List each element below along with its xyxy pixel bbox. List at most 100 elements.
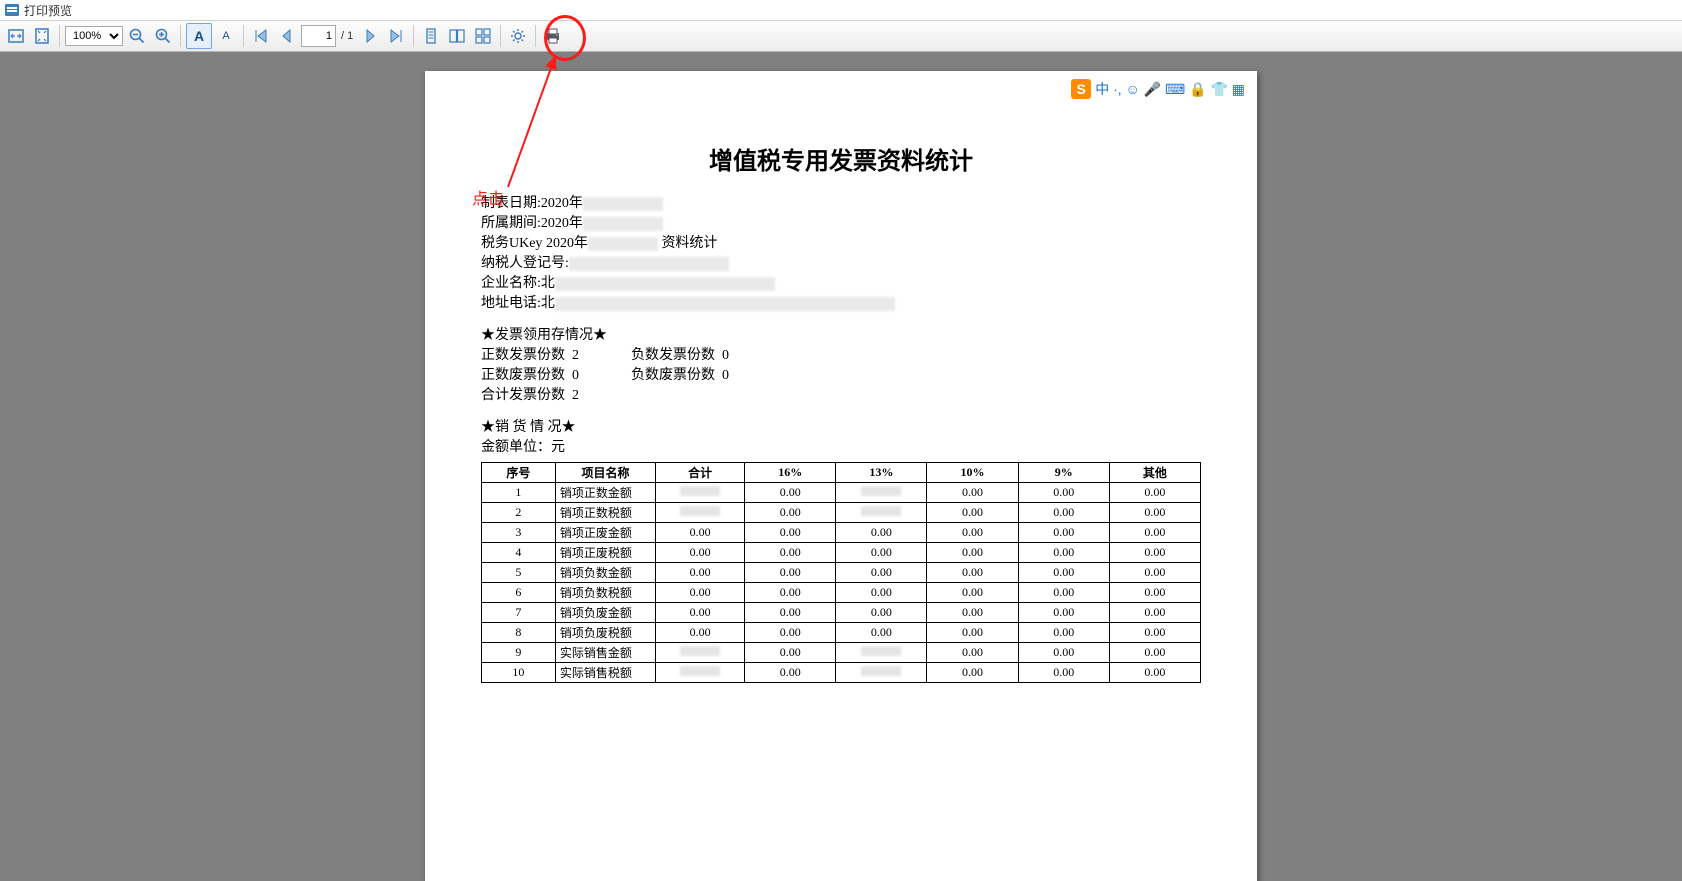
table-row: 8销项负废税额0.000.000.000.000.000.00 [482, 623, 1201, 643]
text-size-normal-button[interactable]: A [186, 23, 212, 49]
th-seq: 序号 [482, 463, 556, 483]
table-cell: 0.00 [927, 663, 1018, 683]
single-page-view-button[interactable] [419, 24, 443, 48]
table-cell: 0.00 [927, 623, 1018, 643]
prev-page-button[interactable] [275, 24, 299, 48]
settings-button[interactable] [506, 24, 530, 48]
table-cell: 5 [482, 563, 556, 583]
fit-page-button[interactable] [30, 24, 54, 48]
section2-unit: 金额单位：元 [481, 438, 1201, 458]
table-cell: 0.00 [836, 523, 927, 543]
ime-buttons[interactable]: 中 ·, ☺ 🎤 ⌨ 🔒 👕 ▦ [1095, 79, 1245, 99]
table-cell: 0.00 [656, 543, 745, 563]
zoom-select[interactable]: 100% [65, 26, 123, 46]
table-cell: 9 [482, 643, 556, 663]
table-cell: 0.00 [656, 583, 745, 603]
table-cell: 0.00 [836, 623, 927, 643]
th-9: 9% [1018, 463, 1109, 483]
ime-toolbar[interactable]: S 中 ·, ☺ 🎤 ⌨ 🔒 👕 ▦ [1071, 79, 1245, 99]
table-cell: 0.00 [1018, 523, 1109, 543]
table-cell: 销项负废金额 [555, 603, 655, 623]
zoom-in-button[interactable] [151, 24, 175, 48]
table-cell: 销项正废金额 [555, 523, 655, 543]
th-13: 13% [836, 463, 927, 483]
toolbar-separator [413, 25, 414, 47]
table-cell: 1 [482, 483, 556, 503]
th-16: 16% [745, 463, 836, 483]
table-cell [656, 503, 745, 523]
table-cell: 0.00 [1109, 663, 1200, 683]
first-page-button[interactable] [249, 24, 273, 48]
table-cell: 0.00 [836, 563, 927, 583]
table-cell: 0.00 [656, 523, 745, 543]
toolbar-separator [243, 25, 244, 47]
table-cell: 0.00 [1109, 583, 1200, 603]
table-cell: 0.00 [927, 503, 1018, 523]
table-cell: 0.00 [927, 563, 1018, 583]
table-cell: 0.00 [1109, 503, 1200, 523]
table-cell: 3 [482, 523, 556, 543]
table-cell: 0.00 [745, 543, 836, 563]
table-cell: 0.00 [1109, 603, 1200, 623]
table-cell: 0.00 [1109, 523, 1200, 543]
table-cell: 0.00 [1018, 623, 1109, 643]
sales-table: 序号 项目名称 合计 16% 13% 10% 9% 其他 1销项正数金额0.00… [481, 462, 1201, 683]
table-cell: 0.00 [656, 563, 745, 583]
table-cell: 实际销售税额 [555, 663, 655, 683]
table-cell: 0.00 [745, 523, 836, 543]
table-cell: 0.00 [745, 623, 836, 643]
table-cell: 0.00 [836, 603, 927, 623]
section1-counts: 正数发票份数 2 负数发票份数 0 正数废票份数 0 负数废票份数 0 合计发票… [481, 346, 1201, 406]
table-cell: 实际销售金额 [555, 643, 655, 663]
toolbar-separator [535, 25, 536, 47]
table-cell: 0.00 [745, 603, 836, 623]
table-row: 10实际销售税额0.000.000.000.00 [482, 663, 1201, 683]
table-cell: 0.00 [836, 583, 927, 603]
last-page-button[interactable] [384, 24, 408, 48]
table-cell: 销项正数税额 [555, 503, 655, 523]
table-cell: 0.00 [927, 583, 1018, 603]
window-title: 打印预览 [24, 2, 72, 19]
table-cell: 0.00 [656, 623, 745, 643]
table-cell: 0.00 [1018, 483, 1109, 503]
th-other: 其他 [1109, 463, 1200, 483]
table-cell: 0.00 [1018, 503, 1109, 523]
toolbar-separator [180, 25, 181, 47]
table-cell: 0.00 [927, 643, 1018, 663]
page-number-input[interactable] [301, 25, 336, 47]
print-button[interactable] [541, 24, 565, 48]
grid-view-button[interactable] [471, 24, 495, 48]
zoom-out-button[interactable] [125, 24, 149, 48]
window-titlebar: 打印预览 [0, 0, 1682, 21]
table-cell: 销项负数金额 [555, 563, 655, 583]
table-cell: 8 [482, 623, 556, 643]
table-cell [656, 483, 745, 503]
next-page-button[interactable] [358, 24, 382, 48]
table-cell: 0.00 [1109, 623, 1200, 643]
table-cell: 0.00 [1018, 603, 1109, 623]
table-cell: 0.00 [927, 543, 1018, 563]
table-row: 9实际销售金额0.000.000.000.00 [482, 643, 1201, 663]
table-cell: 销项正废税额 [555, 543, 655, 563]
table-cell [656, 643, 745, 663]
fit-width-button[interactable] [4, 24, 28, 48]
th-10: 10% [927, 463, 1018, 483]
two-page-view-button[interactable] [445, 24, 469, 48]
table-row: 5销项负数金额0.000.000.000.000.000.00 [482, 563, 1201, 583]
table-cell: 0.00 [1109, 543, 1200, 563]
doc-title: 增值税专用发票资料统计 [481, 141, 1201, 176]
table-cell: 0.00 [1109, 643, 1200, 663]
table-cell: 0.00 [656, 603, 745, 623]
table-cell: 0.00 [1018, 563, 1109, 583]
table-cell: 0.00 [927, 523, 1018, 543]
table-cell: 0.00 [745, 663, 836, 683]
table-cell [836, 483, 927, 503]
table-row: 2销项正数税额0.000.000.000.00 [482, 503, 1201, 523]
table-row: 3销项正废金额0.000.000.000.000.000.00 [482, 523, 1201, 543]
table-cell: 销项负废税额 [555, 623, 655, 643]
table-cell: 10 [482, 663, 556, 683]
table-cell: 0.00 [745, 563, 836, 583]
text-size-small-button[interactable]: A [214, 24, 238, 48]
table-cell: 0.00 [927, 483, 1018, 503]
preview-area[interactable]: S 中 ·, ☺ 🎤 ⌨ 🔒 👕 ▦ 增值税专用发票资料统计 制表日期:2020… [0, 51, 1682, 881]
